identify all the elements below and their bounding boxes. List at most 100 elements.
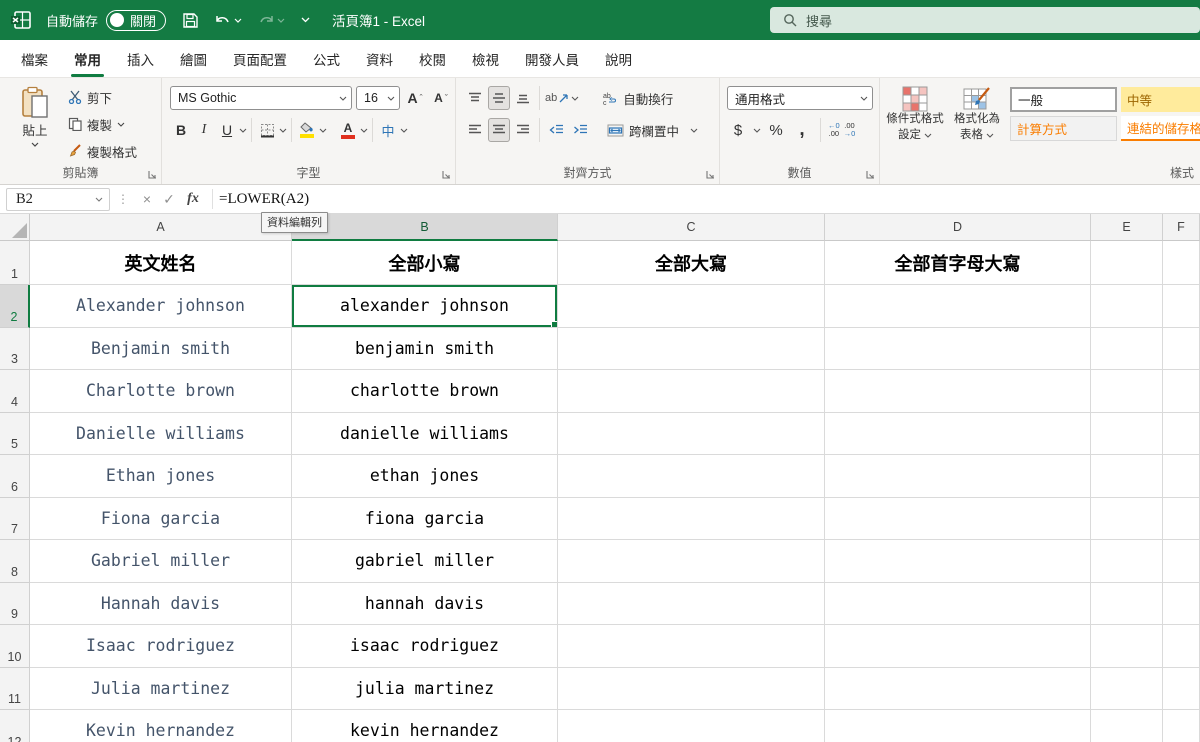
cell-F2[interactable]: [1163, 285, 1200, 328]
font-name-select[interactable]: MS Gothic: [170, 86, 352, 110]
cell-B8[interactable]: gabriel miller: [292, 540, 558, 583]
select-all-button[interactable]: [0, 214, 30, 241]
cell-F1[interactable]: [1163, 241, 1200, 285]
column-header-F[interactable]: F: [1163, 214, 1200, 241]
fill-handle[interactable]: [551, 321, 558, 328]
cell-A6[interactable]: Ethan jones: [30, 455, 292, 498]
redo-button[interactable]: [258, 13, 285, 27]
cell-C4[interactable]: [558, 370, 825, 413]
cell-F5[interactable]: [1163, 413, 1200, 456]
borders-chevron-icon[interactable]: [279, 128, 287, 133]
row-header-3[interactable]: 3: [0, 328, 30, 371]
format-painter-button[interactable]: 複製格式: [68, 140, 137, 162]
copy-button[interactable]: 複製: [68, 113, 137, 135]
excel-app-icon[interactable]: [10, 10, 32, 30]
row-header-2[interactable]: 2: [0, 285, 30, 328]
ribbon-tab-繪圖[interactable]: 繪圖: [167, 40, 220, 77]
cell-E2[interactable]: [1091, 285, 1163, 328]
currency-chevron-icon[interactable]: [753, 128, 761, 133]
font-dialog-launcher[interactable]: [441, 170, 451, 180]
number-dialog-launcher[interactable]: [865, 170, 875, 180]
cell-D3[interactable]: [825, 328, 1091, 371]
cell-A5[interactable]: Danielle williams: [30, 413, 292, 456]
column-header-C[interactable]: C: [558, 214, 825, 241]
column-header-B[interactable]: B: [292, 214, 558, 241]
font-size-select[interactable]: 16: [356, 86, 400, 110]
merge-center-button[interactable]: 跨欄置中: [607, 121, 698, 140]
cell-C3[interactable]: [558, 328, 825, 371]
ribbon-tab-常用[interactable]: 常用: [61, 40, 114, 77]
cell-C7[interactable]: [558, 498, 825, 541]
cell-E10[interactable]: [1091, 625, 1163, 668]
cell-D11[interactable]: [825, 668, 1091, 711]
name-box[interactable]: B2: [6, 188, 110, 211]
cell-F11[interactable]: [1163, 668, 1200, 711]
row-header-9[interactable]: 9: [0, 583, 30, 626]
fill-color-button[interactable]: [296, 118, 318, 142]
increase-font-button[interactable]: Aˆ: [404, 86, 426, 110]
phonetic-guide-button[interactable]: 中: [377, 118, 399, 142]
cell-B4[interactable]: charlotte brown: [292, 370, 558, 413]
cell-D2[interactable]: [825, 285, 1091, 328]
cell-B2[interactable]: alexander johnson: [292, 285, 558, 328]
cell-B3[interactable]: benjamin smith: [292, 328, 558, 371]
cell-D5[interactable]: [825, 413, 1091, 456]
cell-B7[interactable]: fiona garcia: [292, 498, 558, 541]
clipboard-dialog-launcher[interactable]: [147, 170, 157, 180]
cell-style-linked-cell[interactable]: 連結的儲存格: [1121, 116, 1200, 141]
conditional-formatting-button[interactable]: 條件式格式 設定: [886, 86, 944, 143]
decrease-font-button[interactable]: Aˇ: [430, 86, 452, 110]
cell-A11[interactable]: Julia martinez: [30, 668, 292, 711]
cell-D1[interactable]: 全部首字母大寫: [825, 241, 1091, 285]
cell-A9[interactable]: Hannah davis: [30, 583, 292, 626]
align-center-button[interactable]: [488, 118, 510, 142]
cell-B10[interactable]: isaac rodriguez: [292, 625, 558, 668]
cell-B12[interactable]: kevin hernandez: [292, 710, 558, 742]
cell-D6[interactable]: [825, 455, 1091, 498]
ribbon-tab-頁面配置[interactable]: 頁面配置: [220, 40, 300, 77]
align-middle-button[interactable]: [488, 86, 510, 110]
cell-C8[interactable]: [558, 540, 825, 583]
cell-A12[interactable]: Kevin hernandez: [30, 710, 292, 742]
paste-button[interactable]: 貼上: [12, 86, 58, 147]
format-as-table-button[interactable]: 格式化為 表格: [948, 86, 1006, 143]
cell-E3[interactable]: [1091, 328, 1163, 371]
align-right-button[interactable]: [512, 118, 534, 142]
cell-C5[interactable]: [558, 413, 825, 456]
cell-E6[interactable]: [1091, 455, 1163, 498]
cell-F12[interactable]: [1163, 710, 1200, 742]
orientation-chevron-icon[interactable]: [571, 96, 579, 101]
increase-indent-button[interactable]: [569, 118, 591, 142]
cell-B9[interactable]: hannah davis: [292, 583, 558, 626]
row-header-8[interactable]: 8: [0, 540, 30, 583]
cell-D8[interactable]: [825, 540, 1091, 583]
row-header-12[interactable]: 12: [0, 710, 30, 742]
italic-button[interactable]: I: [193, 118, 215, 142]
cell-B6[interactable]: ethan jones: [292, 455, 558, 498]
cell-style-calculation[interactable]: 計算方式: [1010, 116, 1117, 141]
increase-decimal-button[interactable]: ←0 .00: [828, 122, 840, 139]
cell-E8[interactable]: [1091, 540, 1163, 583]
row-header-5[interactable]: 5: [0, 413, 30, 456]
cell-E12[interactable]: [1091, 710, 1163, 742]
cell-D9[interactable]: [825, 583, 1091, 626]
font-color-chevron-icon[interactable]: [360, 128, 368, 133]
column-header-D[interactable]: D: [825, 214, 1091, 241]
undo-button[interactable]: [215, 13, 242, 27]
search-input[interactable]: 搜尋: [770, 7, 1200, 33]
number-format-select[interactable]: 通用格式: [727, 86, 873, 110]
cell-A2[interactable]: Alexander johnson: [30, 285, 292, 328]
cell-A7[interactable]: Fiona garcia: [30, 498, 292, 541]
cell-F10[interactable]: [1163, 625, 1200, 668]
underline-chevron-icon[interactable]: [239, 128, 247, 133]
cell-F3[interactable]: [1163, 328, 1200, 371]
autosave-toggle[interactable]: 關閉: [106, 10, 166, 31]
cell-E9[interactable]: [1091, 583, 1163, 626]
cell-D4[interactable]: [825, 370, 1091, 413]
alignment-dialog-launcher[interactable]: [705, 170, 715, 180]
cell-A3[interactable]: Benjamin smith: [30, 328, 292, 371]
cell-E5[interactable]: [1091, 413, 1163, 456]
cell-C6[interactable]: [558, 455, 825, 498]
cell-E4[interactable]: [1091, 370, 1163, 413]
decrease-indent-button[interactable]: [545, 118, 567, 142]
